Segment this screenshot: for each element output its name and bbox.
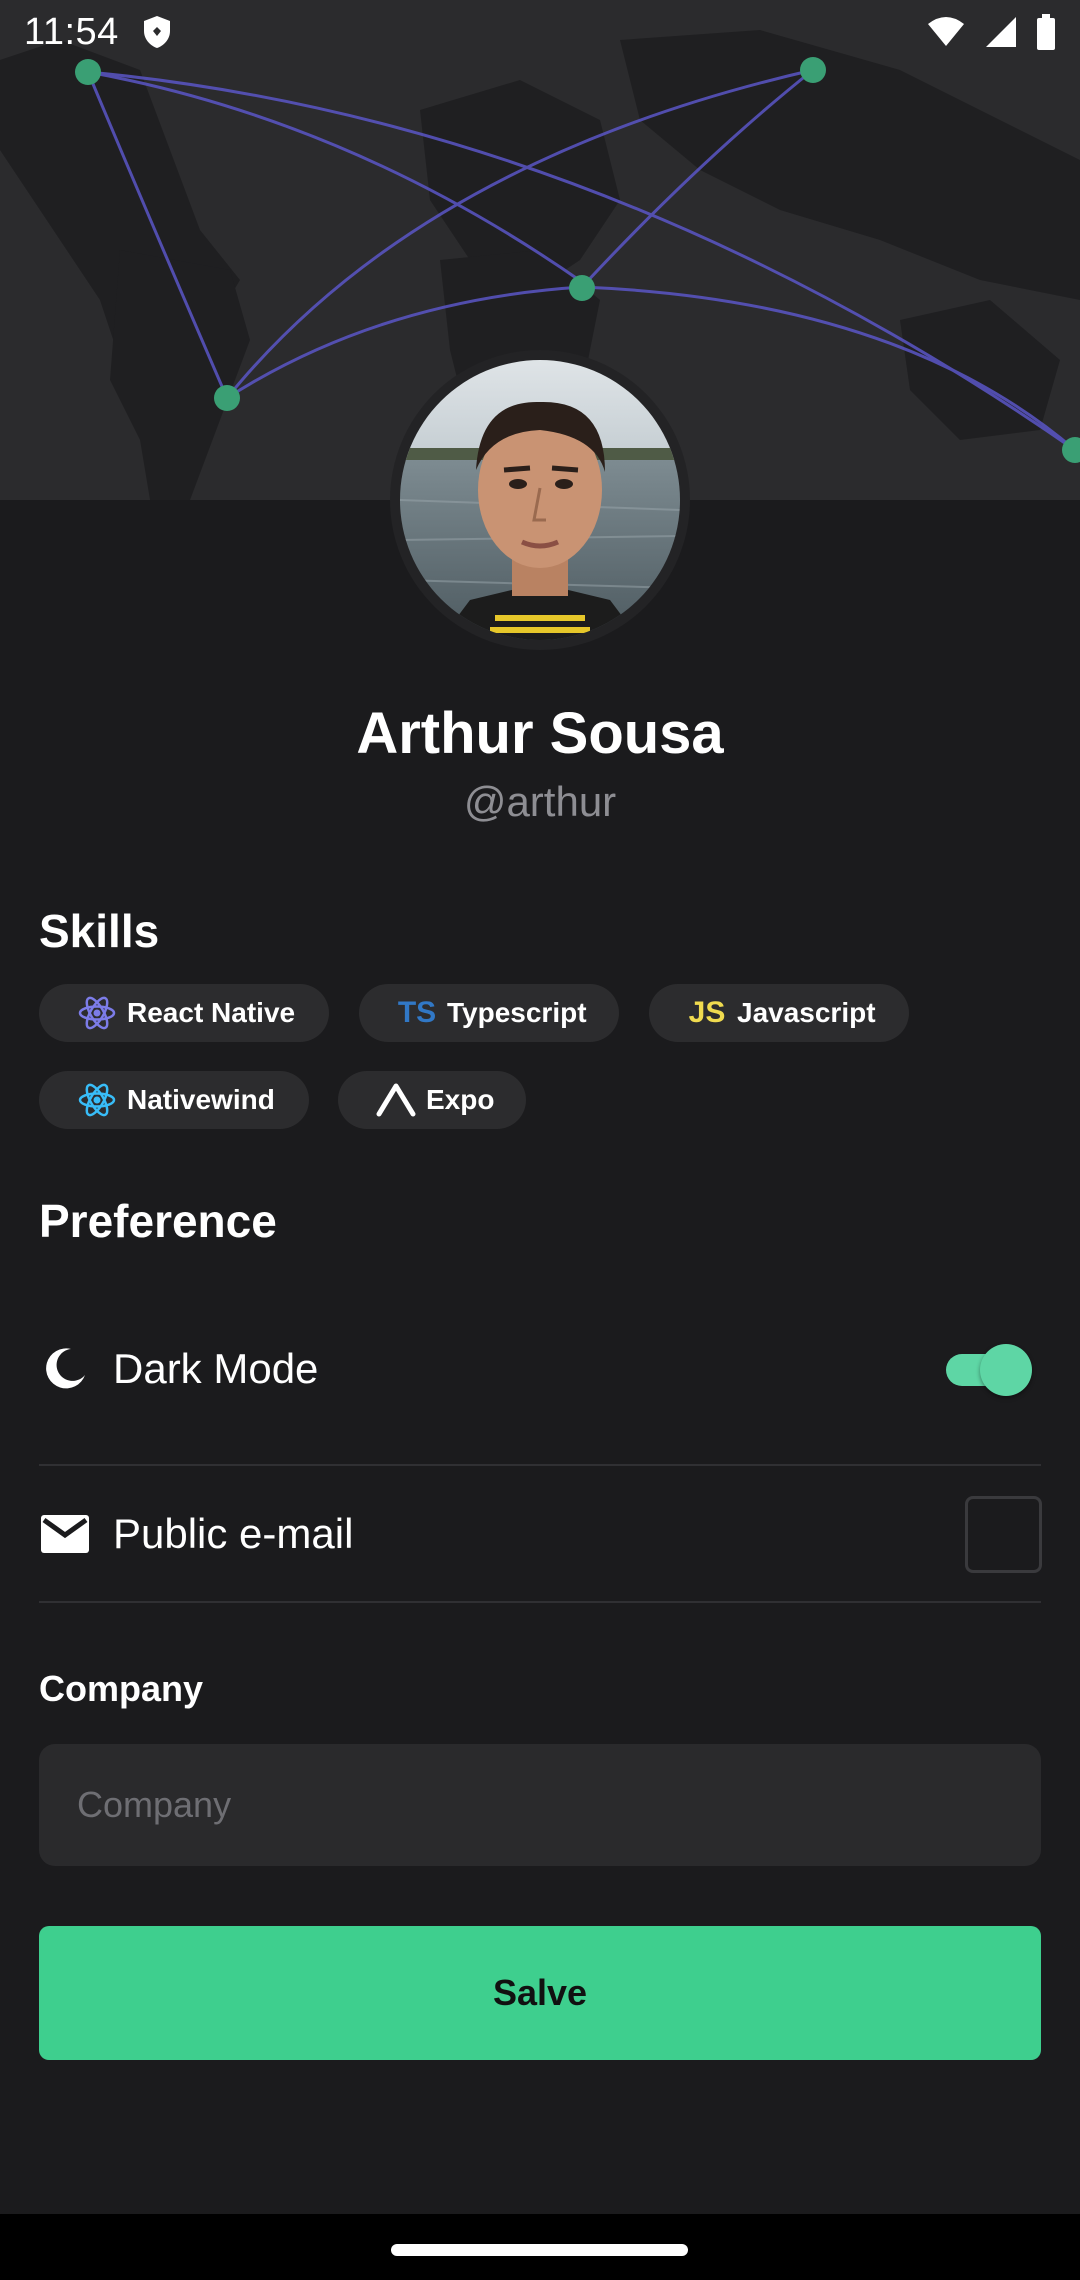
preference-title: Preference (39, 1195, 277, 1247)
avatar-frame (390, 350, 690, 650)
wifi-icon (928, 17, 964, 46)
status-bar: 11:54 (0, 0, 1080, 64)
skill-chip-react-native[interactable]: React Native (39, 984, 329, 1042)
company-label: Company (39, 1668, 204, 1709)
javascript-icon: JS (688, 996, 726, 1029)
skill-label: Typescript (447, 997, 587, 1028)
react-icon (77, 993, 117, 1033)
save-button[interactable]: Salve (39, 1926, 1041, 2060)
battery-icon (1037, 14, 1055, 50)
skill-chip-nativewind[interactable]: Nativewind (39, 1071, 309, 1129)
divider (39, 1601, 1041, 1603)
skill-label: Expo (426, 1084, 495, 1115)
skill-label: React Native (127, 997, 296, 1028)
system-navigation-bar (0, 2214, 1080, 2280)
cell-signal-icon (986, 17, 1016, 47)
avatar[interactable] (400, 360, 680, 640)
shield-icon (143, 16, 170, 48)
moon-icon (39, 1343, 91, 1395)
status-icons (926, 14, 1056, 50)
skill-chip-javascript[interactable]: JS Javascript (649, 984, 909, 1042)
public-email-label: Public e-mail (113, 1510, 354, 1557)
dark-mode-label: Dark Mode (113, 1345, 319, 1392)
public-email-checkbox[interactable] (965, 1496, 1042, 1573)
expo-icon (376, 1080, 416, 1120)
profile-name: Arthur Sousa (356, 701, 724, 766)
avatar-photo (400, 360, 680, 640)
skill-chip-typescript[interactable]: TS Typescript (359, 984, 619, 1042)
nativewind-icon (77, 1080, 117, 1120)
company-input[interactable] (39, 1744, 1041, 1866)
skills-title: Skills (39, 905, 160, 957)
public-email-row[interactable]: Public e-mail (39, 1506, 1041, 1562)
typescript-icon: TS (397, 996, 437, 1029)
mail-icon (39, 1508, 91, 1560)
dark-mode-toggle[interactable] (946, 1344, 1032, 1396)
skill-chip-expo[interactable]: Expo (338, 1071, 526, 1129)
toggle-thumb (980, 1344, 1032, 1396)
skill-label: Nativewind (127, 1084, 275, 1115)
status-time: 11:54 (24, 10, 119, 53)
divider (39, 1464, 1041, 1466)
dark-mode-row[interactable]: Dark Mode (39, 1342, 1041, 1396)
profile-handle: @arthur (463, 778, 617, 825)
home-gesture-handle[interactable] (391, 2244, 688, 2256)
skill-label: Javascript (737, 997, 876, 1028)
